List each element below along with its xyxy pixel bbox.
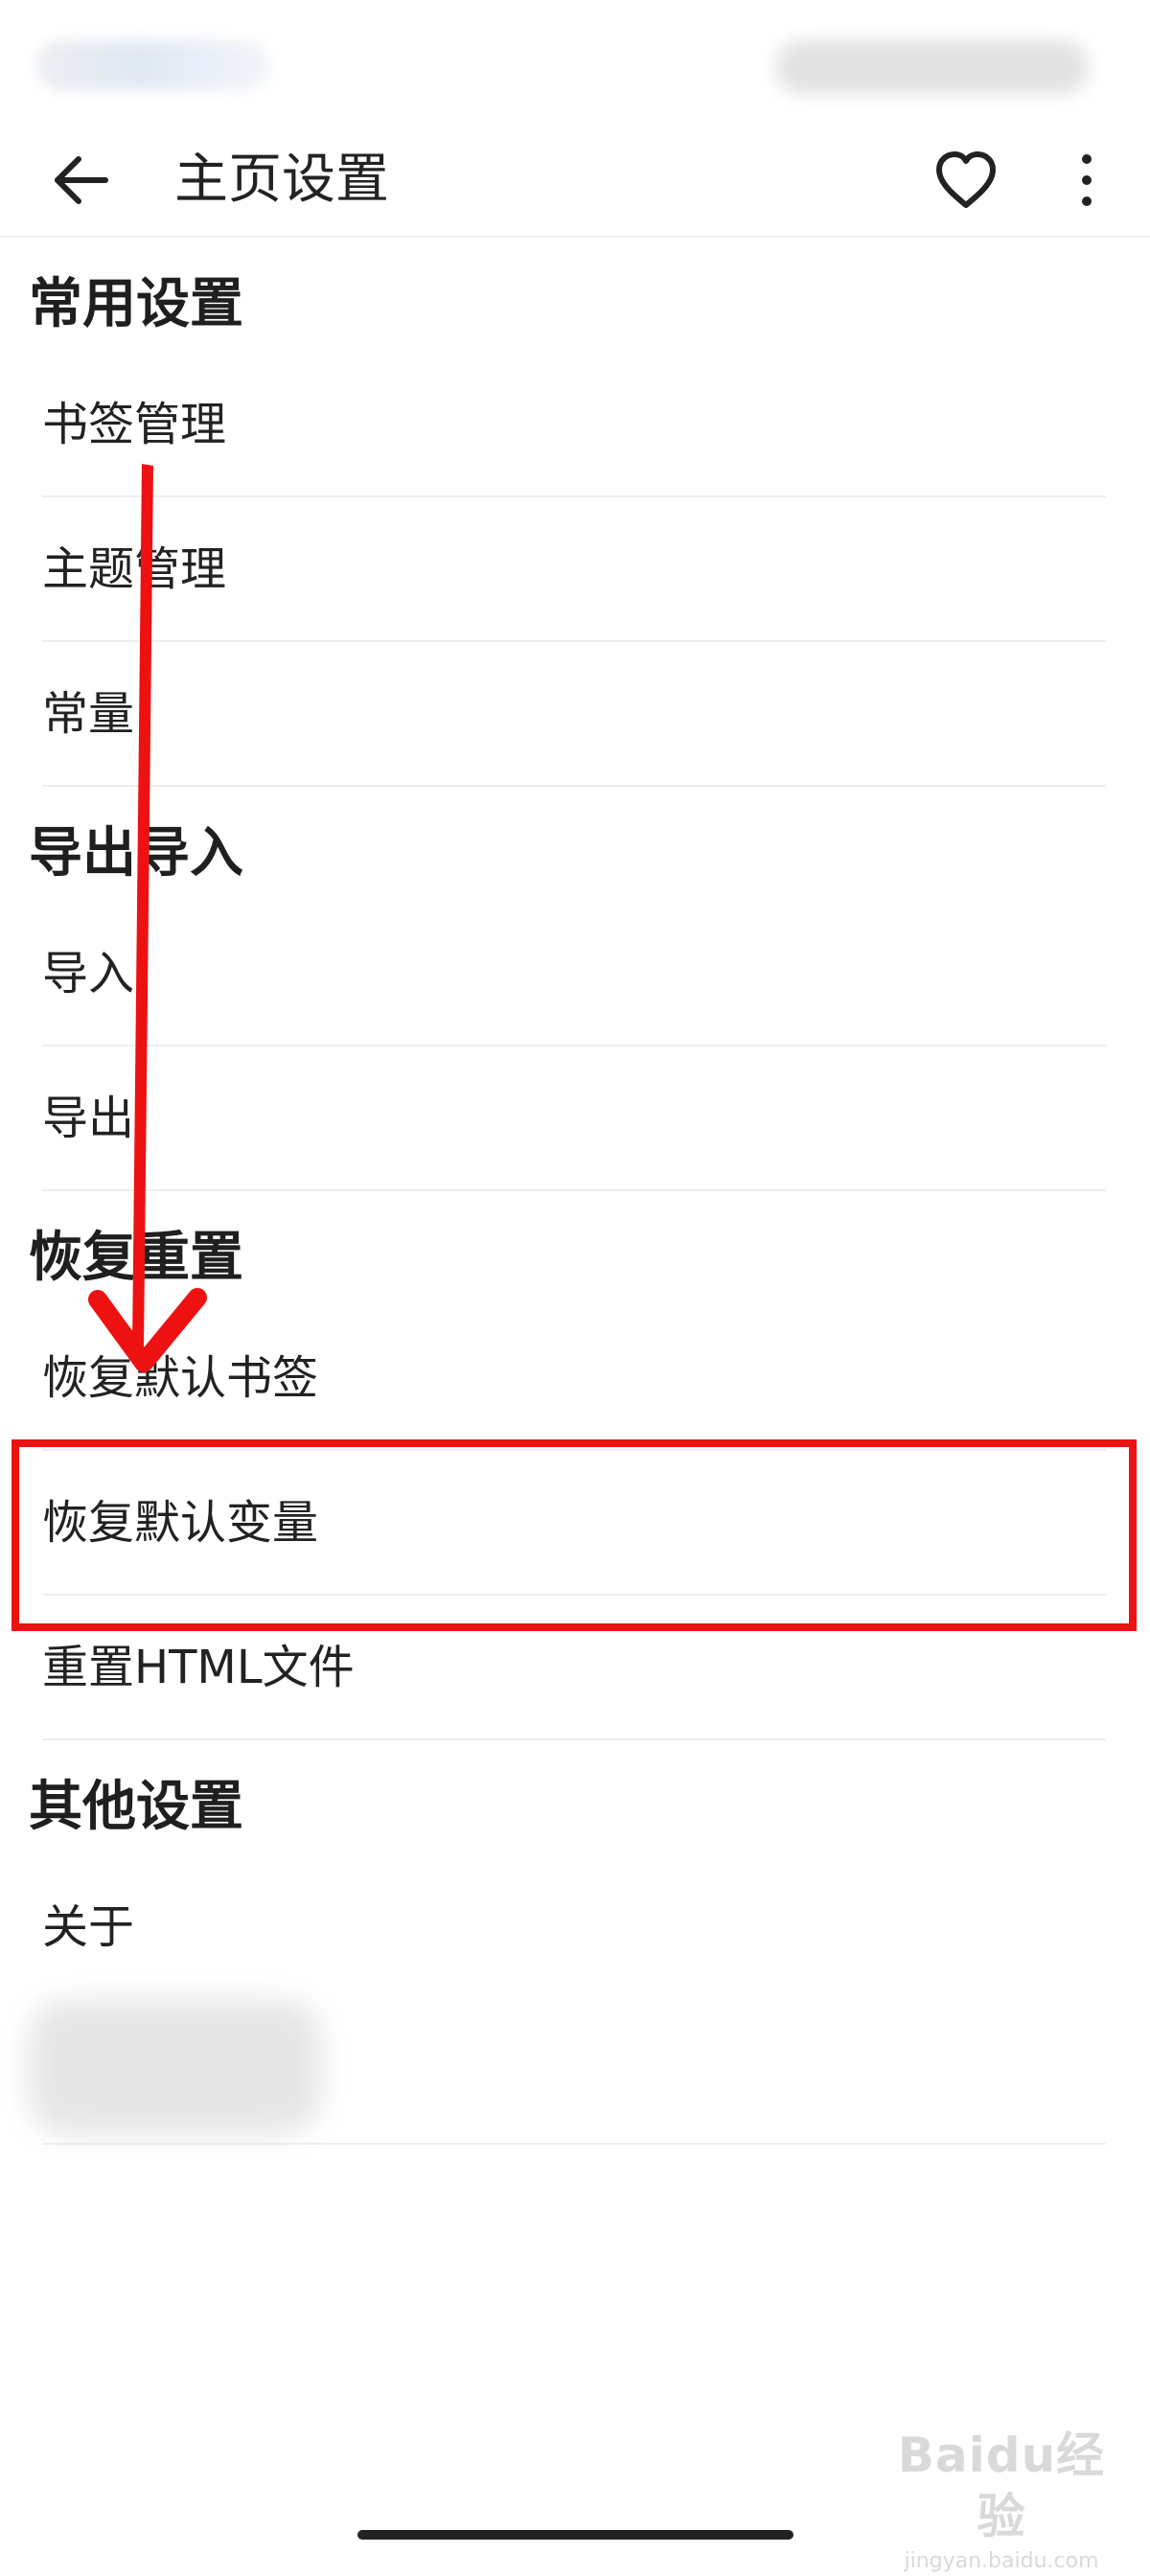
setting-constants[interactable]: 常量 [42, 642, 1106, 787]
status-bar-left-blurred [36, 40, 271, 90]
app-bar: 主页设置 [0, 125, 1150, 238]
status-bar [0, 0, 1150, 125]
setting-theme-management[interactable]: 主题管理 [42, 497, 1106, 642]
heart-outline-icon [936, 151, 996, 208]
page-title: 主页设置 [174, 149, 389, 211]
blurred-content [29, 2000, 321, 2134]
setting-import[interactable]: 导入 [42, 902, 1106, 1046]
section-header-export-import: 导出导入 [29, 822, 243, 885]
more-vertical-icon [1082, 154, 1092, 206]
status-bar-right-blurred [776, 40, 1088, 94]
watermark-url: jingyan.baidu.com [904, 2549, 1099, 2573]
section-header-restore-reset: 恢复重置 [29, 1227, 243, 1289]
setting-restore-default-bookmarks[interactable]: 恢复默认书签 [42, 1306, 1106, 1451]
setting-about[interactable]: 关于 [42, 1855, 1106, 2000]
arrow-left-icon [55, 156, 108, 204]
section-header-common: 常用设置 [29, 273, 243, 335]
setting-export[interactable]: 导出 [42, 1046, 1106, 1191]
back-button[interactable] [46, 146, 115, 215]
more-options-button[interactable] [1064, 146, 1110, 215]
setting-blurred-item[interactable] [29, 2000, 1106, 2145]
home-indicator[interactable] [357, 2530, 794, 2540]
settings-list: 常用设置 书签管理 主题管理 常量 导出导入 导入 导出 恢复重置 恢复默认书签… [0, 238, 1150, 2145]
setting-bookmark-management[interactable]: 书签管理 [42, 353, 1106, 497]
section-header-other: 其他设置 [29, 1776, 243, 1838]
baidu-watermark: Baidu经验 jingyan.baidu.com [882, 2425, 1121, 2573]
watermark-main: Baidu经验 [897, 2427, 1106, 2544]
annotation-highlight-box [12, 1439, 1137, 1631]
favorite-button[interactable] [930, 144, 1002, 217]
